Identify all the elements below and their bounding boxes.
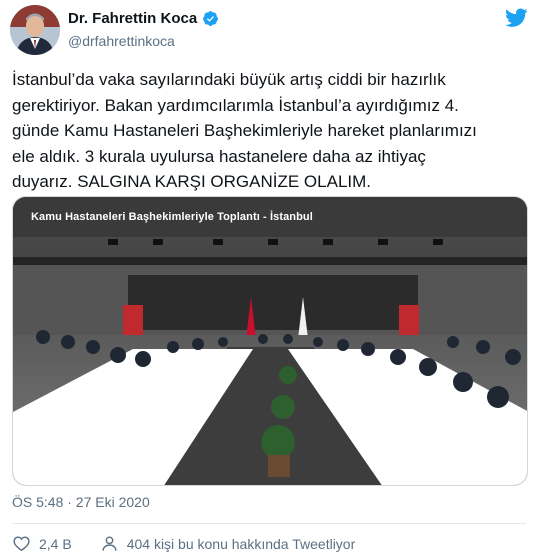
display-name[interactable]: Dr. Fahrettin Koca — [68, 10, 197, 27]
action-bar: 2,4 B 404 kişi bu konu hakkında Tweetliy… — [12, 534, 355, 553]
meeting-room-photo — [13, 197, 527, 485]
avatar[interactable] — [10, 5, 60, 55]
tweet-photo[interactable]: Kamu Hastaneleri Başhekimleriyle Toplant… — [12, 196, 528, 486]
tweet-card: Dr. Fahrettin Koca @drfahrettinkoca İsta… — [0, 0, 538, 560]
timestamp-link[interactable]: ÖS 5:48 · 27 Eki 2020 — [12, 494, 150, 510]
photo-caption: Kamu Hastaneleri Başhekimleriyle Toplant… — [31, 211, 313, 223]
handle[interactable]: @drfahrettinkoca — [68, 33, 175, 49]
verified-badge-icon — [203, 11, 219, 26]
conversation-text: 404 kişi bu konu hakkında Tweetliyor — [126, 535, 356, 552]
tweet-text: İstanbul’da vaka sayılarındaki büyük art… — [12, 70, 477, 191]
divider — [12, 523, 526, 524]
like-button[interactable]: 2,4 B — [12, 534, 100, 553]
author-name-row[interactable]: Dr. Fahrettin Koca — [68, 10, 219, 27]
person-icon — [102, 536, 117, 551]
heart-icon — [13, 536, 30, 552]
twitter-bird-icon[interactable] — [505, 8, 528, 28]
conversation-link[interactable]: 404 kişi bu konu hakkında Tweetliyor — [100, 534, 356, 553]
like-count: 2,4 B — [39, 535, 72, 552]
